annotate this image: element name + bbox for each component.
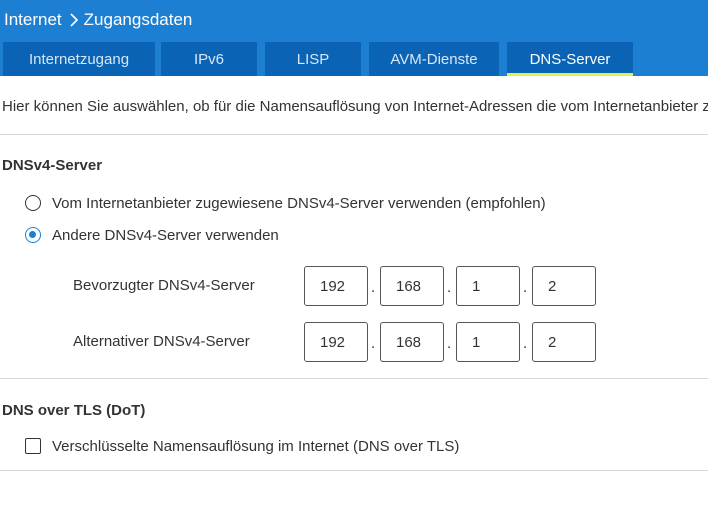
tab-lisp[interactable]: LISP xyxy=(265,42,361,76)
radio-provider-dns[interactable]: Vom Internetanbieter zugewiesene DNSv4-S… xyxy=(25,193,546,213)
tab-label: AVM-Dienste xyxy=(390,50,478,68)
preferred-dns-octet-1[interactable] xyxy=(304,266,368,306)
radio-label: Andere DNSv4-Server verwenden xyxy=(52,226,279,244)
preferred-dns-octet-4[interactable] xyxy=(532,266,596,306)
header-bar: Internet Zugangsdaten Internetzugang IPv… xyxy=(0,0,708,76)
tab-label: Internetzugang xyxy=(28,50,130,68)
preferred-dns-label: Bevorzugter DNSv4-Server xyxy=(73,277,255,294)
tab-internetzugang[interactable]: Internetzugang xyxy=(3,42,155,76)
tab-avm-dienste[interactable]: AVM-Dienste xyxy=(369,42,499,76)
alternative-dns-octet-1[interactable] xyxy=(304,322,368,362)
octet-separator: . xyxy=(523,335,528,352)
divider xyxy=(0,470,708,471)
tab-label: LISP xyxy=(296,50,330,68)
radio-button[interactable] xyxy=(25,195,41,211)
breadcrumb: Internet Zugangsdaten xyxy=(4,8,192,32)
checkbox-label: Verschlüsselte Namensauflösung im Intern… xyxy=(52,437,460,455)
radio-label: Vom Internetanbieter zugewiesene DNSv4-S… xyxy=(52,194,546,212)
divider xyxy=(0,378,708,379)
alternative-dns-octet-2[interactable] xyxy=(380,322,444,362)
alternative-dns-octet-3[interactable] xyxy=(456,322,520,362)
section-title-dot: DNS over TLS (DoT) xyxy=(2,402,146,419)
octet-separator: . xyxy=(371,335,376,352)
octet-separator: . xyxy=(447,279,452,296)
checkbox[interactable] xyxy=(25,438,41,454)
alternative-dns-label: Alternativer DNSv4-Server xyxy=(73,333,250,350)
radio-button-checked[interactable] xyxy=(25,227,41,243)
tab-label: IPv6 xyxy=(193,50,224,68)
divider xyxy=(0,134,708,135)
tab-ipv6[interactable]: IPv6 xyxy=(161,42,257,76)
radio-other-dns[interactable]: Andere DNSv4-Server verwenden xyxy=(25,225,279,245)
octet-separator: . xyxy=(523,279,528,296)
intro-text: Hier können Sie auswählen, ob für die Na… xyxy=(2,98,708,115)
tab-label: DNS-Server xyxy=(529,50,611,68)
checkbox-dns-over-tls[interactable]: Verschlüsselte Namensauflösung im Intern… xyxy=(25,436,459,456)
octet-separator: . xyxy=(371,279,376,296)
chevron-right-icon xyxy=(70,13,78,27)
octet-separator: . xyxy=(447,335,452,352)
breadcrumb-item-zugangsdaten: Zugangsdaten xyxy=(83,10,193,29)
breadcrumb-item-internet[interactable]: Internet xyxy=(4,10,62,30)
preferred-dns-octet-2[interactable] xyxy=(380,266,444,306)
preferred-dns-octet-3[interactable] xyxy=(456,266,520,306)
alternative-dns-octet-4[interactable] xyxy=(532,322,596,362)
tab-dns-server[interactable]: DNS-Server xyxy=(507,42,633,76)
section-title-dnsv4: DNSv4-Server xyxy=(2,157,103,174)
